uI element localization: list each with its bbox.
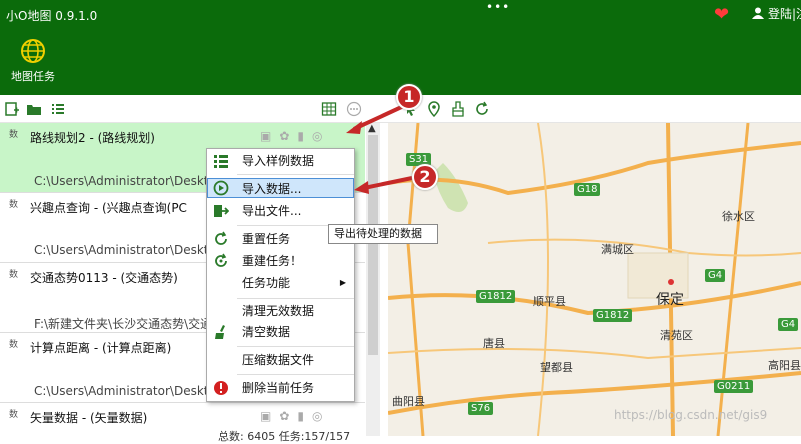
road-label: G0211	[714, 380, 754, 393]
menu-export-file[interactable]: 导出文件...	[207, 201, 354, 221]
export-icon	[214, 205, 229, 217]
task-path: C:\Users\Administrator\Deskt	[34, 174, 209, 188]
menu-separator	[237, 374, 354, 375]
menu-clean-invalid-data[interactable]: 清理无效数据	[207, 301, 354, 321]
tooltip: 导出待处理的数据	[328, 224, 438, 244]
menu-label: 重建任务！	[242, 254, 303, 268]
refresh-icon	[215, 231, 227, 245]
user-icon	[752, 7, 764, 19]
road-label: G18	[574, 183, 601, 196]
menu-import-sample-data[interactable]: 导入样例数据	[207, 151, 354, 171]
menu-label: 清理无效数据	[242, 304, 315, 318]
login-label: 登陆|注	[768, 7, 801, 21]
annotation-badge-2: 2	[412, 164, 438, 190]
menu-compress-data-file[interactable]: 压缩数据文件	[207, 350, 354, 370]
menu-import-data[interactable]: 导入数据...	[207, 178, 354, 198]
map-task-label: 地图任务	[11, 70, 55, 83]
menu-label: 删除当前任务	[242, 381, 315, 395]
task-name: 矢量数据 - (矢量数据)	[30, 411, 148, 425]
menu-task-functions[interactable]: 任务功能 ▶	[207, 273, 354, 293]
title-bar: 小O地图 0.9.1.0 ••• ❤ 登陆|注 地图任务	[0, 0, 801, 95]
menu-rebuild-task[interactable]: 重建任务！	[207, 251, 354, 271]
task-name: 兴趣点查询 - (兴趣点查询(PC	[30, 201, 187, 215]
task-name: 计算点距离 - (计算点距离)	[30, 341, 172, 355]
menu-label: 导入样例数据	[242, 154, 315, 168]
map-task-button[interactable]: 地图任务	[6, 38, 60, 84]
rebuild-icon	[215, 253, 227, 267]
annotation-badge-1: 1	[396, 84, 422, 110]
place-label: 清苑区	[660, 329, 693, 342]
task-name: 路线规划2 - (路线规划)	[30, 131, 155, 145]
place-label: 曲阳县	[392, 395, 425, 408]
menu-label: 清空数据	[242, 325, 291, 339]
road-label: G4	[778, 318, 799, 331]
heart-icon[interactable]: ❤	[714, 4, 729, 25]
menu-label: 任务功能	[242, 276, 291, 290]
menu-delete-task[interactable]: 删除当前任务	[207, 378, 354, 398]
road-label: S76	[468, 402, 494, 415]
new-task-icon[interactable]	[4, 101, 20, 117]
road-label: G4	[705, 269, 726, 282]
menu-label: 导出文件...	[242, 204, 302, 218]
play-circle-icon	[213, 180, 229, 196]
task-action-icons[interactable]: ▣✿▮◎	[260, 129, 330, 143]
clean-icon[interactable]	[450, 101, 466, 117]
task-tag: 数	[9, 200, 19, 210]
place-label: 满城区	[601, 243, 634, 256]
watermark: https://blog.csdn.net/gis9	[614, 408, 768, 422]
task-tag: 数	[9, 270, 19, 280]
map-view[interactable]: S31 G18 G4 G1812 G1812 G4 S76 G0211 徐水区 …	[388, 123, 801, 436]
task-tag: 数	[9, 340, 19, 350]
place-label: 唐县	[483, 337, 505, 350]
menu-separator	[237, 174, 354, 175]
task-tag: 数	[9, 130, 19, 140]
place-label: 顺平县	[533, 295, 566, 308]
task-path: C:\Users\Administrator\Deskt	[34, 243, 209, 257]
menu-label: 导入数据...	[242, 182, 302, 196]
menu-label: 压缩数据文件	[242, 353, 315, 367]
login-button[interactable]: 登陆|注	[752, 5, 801, 22]
list-icon	[214, 155, 228, 168]
broom-icon	[215, 325, 225, 339]
warning-icon	[214, 381, 228, 395]
city-label: 保定	[656, 292, 684, 308]
menu-separator	[237, 298, 354, 299]
globe-icon	[21, 39, 45, 63]
place-label: 望都县	[540, 361, 573, 374]
menu-label: 重置任务	[242, 232, 291, 246]
task-count: 总数: 6405 任务:157/157	[218, 430, 351, 443]
list-icon[interactable]	[50, 101, 66, 117]
task-action-icons[interactable]: ▣✿▮◎	[260, 409, 330, 423]
table-icon[interactable]	[321, 101, 337, 117]
open-folder-icon[interactable]	[26, 101, 42, 117]
menu-separator	[237, 346, 354, 347]
road-label: G1812	[476, 290, 516, 303]
app-title: 小O地图 0.9.1.0	[6, 9, 98, 23]
submenu-arrow-icon: ▶	[339, 278, 346, 287]
road-label: G1812	[593, 309, 633, 322]
task-path: F:\新建文件夹\长沙交通态势\交通	[34, 317, 213, 331]
place-label: 徐水区	[722, 210, 755, 223]
context-menu: 导入样例数据 导入数据... 导出文件... 重置任务 重建任务！ 任务功能 ▶…	[206, 148, 355, 402]
refresh-icon[interactable]	[474, 101, 490, 117]
task-path: C:\Users\Administrator\Deskt	[34, 384, 209, 398]
task-tag: 数	[9, 410, 19, 420]
menu-clear-data[interactable]: 清空数据	[207, 322, 354, 342]
window-menu-dots[interactable]: •••	[486, 0, 510, 14]
annotation-arrow-2	[354, 176, 413, 194]
task-name: 交通态势0113 - (交通态势)	[30, 271, 178, 285]
place-label: 高阳县	[768, 359, 801, 372]
